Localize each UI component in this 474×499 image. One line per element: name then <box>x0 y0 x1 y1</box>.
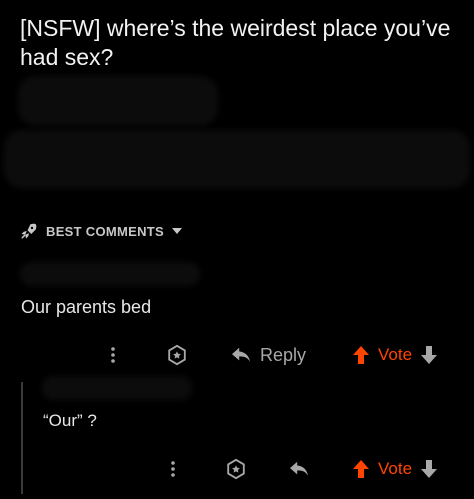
sort-dropdown[interactable]: BEST COMMENTS <box>20 220 183 242</box>
downvote-arrow-icon[interactable] <box>420 345 438 365</box>
redacted-post-body <box>4 130 470 188</box>
redacted-post-meta <box>18 76 218 126</box>
post-title: [NSFW] where’s the weirdest place you’ve… <box>20 15 451 70</box>
vote-control[interactable]: Vote <box>352 340 438 370</box>
redacted-reply-author <box>42 376 192 400</box>
reply-more-options-button[interactable] <box>170 454 176 484</box>
reply-award-button[interactable] <box>225 454 247 484</box>
comment-body: Our parents bed <box>21 297 152 317</box>
reply-label: Reply <box>260 344 307 365</box>
upvote-arrow-icon[interactable] <box>352 459 370 479</box>
downvote-arrow-icon[interactable] <box>420 459 438 479</box>
more-vertical-icon <box>111 347 115 363</box>
rocket-icon <box>20 222 38 240</box>
reply-arrow-icon <box>290 461 308 476</box>
more-options-button[interactable] <box>110 340 116 370</box>
redacted-comment-author <box>20 262 200 286</box>
vote-label: Vote <box>378 459 413 478</box>
reply-reply-button[interactable] <box>288 454 310 484</box>
chevron-down-icon <box>172 227 183 235</box>
reply-action-bar: Vote <box>0 454 474 484</box>
reply-vote-control[interactable]: Vote <box>352 454 438 484</box>
reply-button[interactable]: Reply <box>230 340 306 370</box>
upvote-arrow-icon[interactable] <box>352 345 370 365</box>
comment-action-bar: Reply Vote <box>0 340 474 370</box>
reply-body: “Our” ? <box>43 411 97 430</box>
reply-arrow-icon <box>232 347 250 362</box>
sort-label: BEST COMMENTS <box>46 223 165 239</box>
more-vertical-icon <box>171 461 175 477</box>
award-button[interactable] <box>166 340 188 370</box>
vote-label: Vote <box>378 345 413 364</box>
award-icon <box>168 344 186 366</box>
award-icon <box>227 458 245 480</box>
